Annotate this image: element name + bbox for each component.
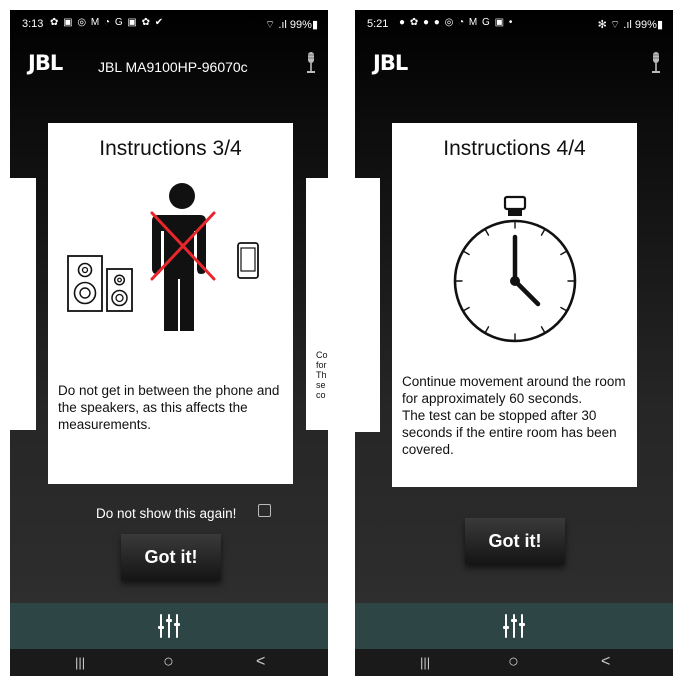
next-instruction-card[interactable]: Co for Th se co — [306, 178, 328, 430]
signal-battery-status: ⌔ .ıl 99%▮ — [264, 19, 318, 31]
speaker-small-icon — [106, 268, 133, 312]
stopwatch-icon — [453, 195, 577, 343]
recents-button[interactable]: ||| — [420, 655, 430, 670]
instruction-text: Do not get in between the phone and the … — [58, 383, 280, 432]
stopwatch-tick — [560, 306, 567, 312]
notification-icons: ✿ ▣ ◎ M ◔ G ▣ ✿ ✔ — [50, 17, 165, 28]
speaker-person-phone-illustration — [67, 183, 259, 331]
do-not-show-label: Do not show this again! — [96, 506, 237, 521]
status-time: 5:21 — [367, 18, 389, 30]
do-not-show-checkbox[interactable] — [258, 504, 271, 517]
status-bar: 5:21 ● ✿ ● ● ◎ ◔ M G ▣ • ✻ ⌔ .ıl 99%▮ — [355, 10, 673, 38]
bottom-tab-bar — [10, 603, 328, 649]
microphone-icon[interactable] — [651, 52, 661, 74]
device-name: JBL MA9100HP-96070c — [98, 59, 248, 75]
instruction-card: Instructions 4/4 Continue movement aroun… — [392, 123, 637, 487]
instruction-card: Instructions 3/4 Do not get in between t… — [48, 123, 293, 484]
equalizer-icon[interactable] — [157, 613, 181, 639]
back-button[interactable]: < — [256, 653, 265, 671]
recents-button[interactable]: ||| — [75, 655, 85, 670]
card-title: Instructions 3/4 — [99, 137, 242, 160]
stopwatch-tick — [484, 229, 490, 236]
got-it-button[interactable]: Got it! — [121, 534, 221, 580]
previous-instruction-card[interactable] — [355, 178, 380, 432]
microphone-icon[interactable] — [306, 52, 316, 74]
card-title: Instructions 4/4 — [443, 137, 586, 160]
instruction-text: Continue movement around the room for ap… — [402, 373, 627, 458]
phone-icon — [237, 242, 259, 279]
previous-instruction-card[interactable] — [10, 178, 36, 430]
equalizer-icon[interactable] — [502, 613, 526, 639]
home-button[interactable]: ○ — [163, 651, 174, 672]
got-it-button[interactable]: Got it! — [465, 518, 565, 564]
stopwatch-tick — [540, 229, 546, 236]
status-bar: 3:13 ✿ ▣ ◎ M ◔ G ▣ ✿ ✔ ⌔ .ıl 99%▮ — [10, 10, 328, 38]
instruction-text-line: Continue movement around the room for ap… — [402, 374, 626, 457]
system-nav-bar: ||| ○ < — [355, 649, 673, 676]
stopwatch-tick — [484, 326, 490, 333]
app-bar: JBL — [355, 38, 673, 88]
speaker-large-icon — [67, 255, 103, 312]
person-icon — [152, 183, 206, 331]
stopwatch-tick — [560, 250, 567, 256]
app-bar: JBL JBL MA9100HP-96070c — [10, 38, 328, 88]
next-card-text: Co for Th se co — [316, 350, 328, 400]
notification-icons: ● ✿ ● ● ◎ ◔ M G ▣ • — [399, 17, 514, 28]
signal-battery-status: ✻ ⌔ .ıl 99%▮ — [597, 19, 663, 31]
jbl-logo: JBL — [373, 51, 408, 75]
jbl-logo: JBL — [28, 51, 63, 75]
system-nav-bar: ||| ○ < — [10, 649, 328, 676]
back-button[interactable]: < — [601, 653, 610, 671]
status-time: 3:13 — [22, 18, 44, 30]
phone-screen-left: 3:13 ✿ ▣ ◎ M ◔ G ▣ ✿ ✔ ⌔ .ıl 99%▮ JBL JB… — [10, 10, 328, 676]
bottom-tab-bar — [355, 603, 673, 649]
stopwatch-tick — [463, 306, 470, 312]
stopwatch-tick — [463, 250, 470, 256]
stopwatch-tick — [540, 326, 546, 333]
phone-screen-right: 5:21 ● ✿ ● ● ◎ ◔ M G ▣ • ✻ ⌔ .ıl 99%▮ JB… — [355, 10, 673, 676]
home-button[interactable]: ○ — [508, 651, 519, 672]
